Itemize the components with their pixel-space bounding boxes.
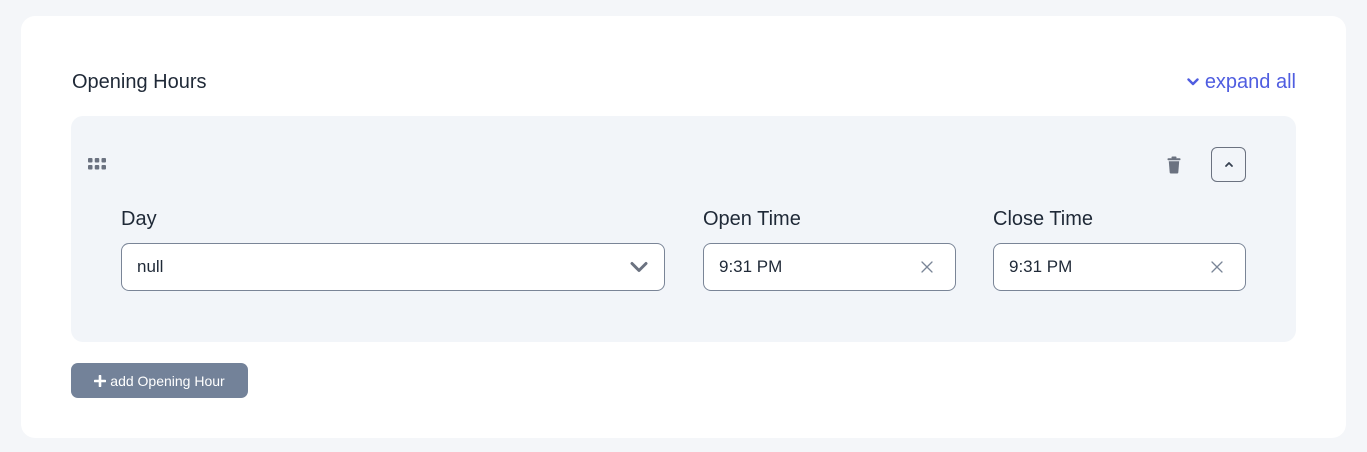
chevron-down-icon (630, 262, 648, 272)
plus-icon (94, 374, 107, 387)
add-opening-hour-button[interactable]: add Opening Hour (71, 363, 248, 398)
opening-hour-row: Day null Open Time 9:31 PM Close Time 9:… (71, 116, 1296, 342)
close-icon[interactable] (1211, 261, 1223, 273)
day-label: Day (121, 208, 157, 230)
close-time-label: Close Time (993, 208, 1094, 230)
open-time-value: 9:31 PM (719, 257, 783, 276)
opening-hours-card: Opening Hours expand all Day null Open T… (21, 16, 1346, 438)
chevron-up-icon (1224, 162, 1233, 167)
open-time-label: Open Time (703, 208, 801, 230)
drag-handle-icon[interactable] (88, 158, 106, 170)
trash-icon[interactable] (1166, 156, 1182, 174)
day-select-value: null (137, 257, 164, 276)
close-time-value: 9:31 PM (1009, 257, 1073, 276)
expand-all-link[interactable]: expand all (1187, 70, 1296, 94)
expand-all-label: expand all (1204, 71, 1296, 93)
chevron-down-icon (1187, 78, 1199, 86)
section-title: Opening Hours (72, 71, 207, 93)
close-time-input[interactable]: 9:31 PM (993, 243, 1246, 291)
collapse-row-button[interactable] (1211, 147, 1246, 182)
add-opening-hour-label: add Opening Hour (110, 372, 225, 389)
day-select[interactable]: null (121, 243, 665, 291)
open-time-input[interactable]: 9:31 PM (703, 243, 956, 291)
close-icon[interactable] (921, 261, 933, 273)
